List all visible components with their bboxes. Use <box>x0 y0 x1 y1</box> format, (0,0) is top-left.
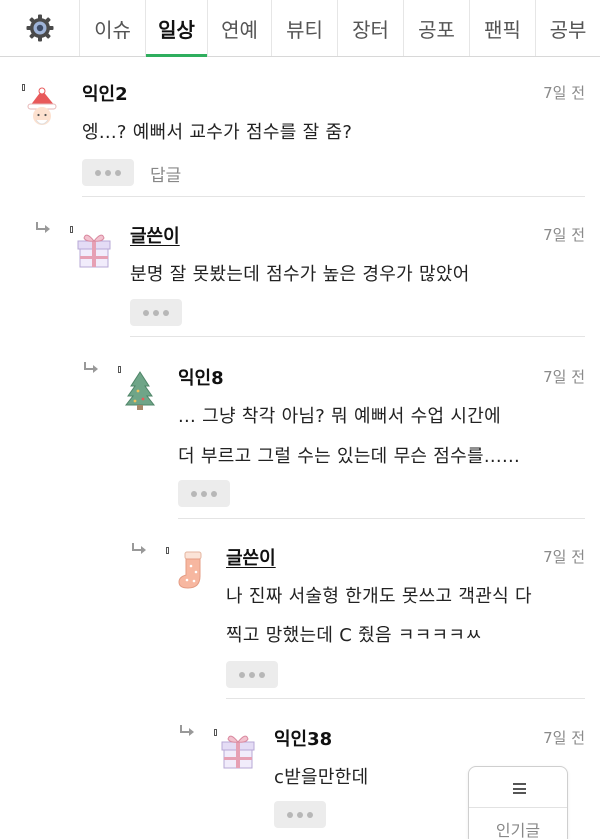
comment-text: 분명 잘 못봤는데 점수가 높은 경우가 많았어 <box>130 264 470 285</box>
comment-author[interactable]: 익인8 <box>178 364 224 390</box>
tab-horror[interactable]: 공포 <box>404 0 470 56</box>
tab-study[interactable]: 공부 <box>536 0 600 56</box>
more-options-button[interactable] <box>130 299 182 326</box>
stocking-avatar-icon <box>178 551 202 589</box>
comment-author[interactable]: 익인38 <box>274 725 332 751</box>
button-divider <box>469 807 567 808</box>
tab-entertainment[interactable]: 연예 <box>208 0 272 56</box>
reply-arrow-icon <box>84 362 98 373</box>
tab-issue[interactable]: 이슈 <box>80 0 146 56</box>
comment-timestamp: 7일 전 <box>543 729 585 747</box>
comment-timestamp: 7일 전 <box>543 548 585 566</box>
settings-button[interactable] <box>0 0 80 56</box>
comment-text-line: 더 부르고 그럴 수는 있는데 무슨 점수를...... <box>178 446 521 467</box>
tab-beauty[interactable]: 뷰티 <box>272 0 338 56</box>
menu-icon <box>513 783 526 794</box>
comment-text: c받을만한데 <box>274 767 369 788</box>
comment-marker <box>214 729 217 736</box>
more-options-button[interactable] <box>274 801 326 828</box>
reply-arrow-icon <box>36 222 50 233</box>
comment-divider <box>226 698 585 699</box>
comment-timestamp: 7일 전 <box>543 226 585 244</box>
tab-market[interactable]: 장터 <box>338 0 404 56</box>
comment-text-line: ... 그냥 착각 아님? 뭐 예뻐서 수업 시간에 <box>178 406 501 427</box>
comment-text: 엥...? 예뻐서 교수가 점수를 잘 줌? <box>82 122 353 143</box>
gift-box-avatar-icon <box>221 735 255 769</box>
popular-posts-button[interactable]: 인기글 <box>468 766 568 839</box>
christmas-tree-avatar-icon <box>124 371 156 410</box>
more-options-button[interactable] <box>82 159 134 186</box>
reply-arrow-icon <box>180 725 194 736</box>
more-options-button[interactable] <box>178 480 230 507</box>
comment-divider <box>178 518 585 519</box>
comment-timestamp: 7일 전 <box>543 368 585 386</box>
comment-text-line: 나 진짜 서술형 한개도 못쓰고 객관식 다 <box>226 586 532 607</box>
gift-box-avatar-icon <box>77 234 111 268</box>
reply-button[interactable]: 답글 <box>150 161 181 186</box>
comment-author[interactable]: 글쓴이 <box>130 222 180 248</box>
reply-arrow-icon <box>132 543 146 554</box>
tab-fanfic[interactable]: 팬픽 <box>470 0 536 56</box>
comment-divider <box>82 196 585 197</box>
comment-author[interactable]: 글쓴이 <box>226 544 276 570</box>
comment-author[interactable]: 익인2 <box>82 80 128 106</box>
santa-avatar-icon <box>27 87 57 125</box>
popular-posts-label: 인기글 <box>495 821 541 839</box>
tab-daily[interactable]: 일상 <box>146 0 208 57</box>
comment-divider <box>130 336 585 337</box>
comment-marker <box>166 547 169 554</box>
comment-timestamp: 7일 전 <box>543 84 585 102</box>
comment-marker <box>70 226 73 233</box>
comment-text-line: 찍고 망했는데 C 줬음 ㅋㅋㅋㅋㅆ <box>226 625 483 646</box>
category-tab-bar: 이슈 일상 연예 뷰티 장터 공포 팬픽 공부 <box>0 0 600 57</box>
more-options-button[interactable] <box>226 661 278 688</box>
gear-icon <box>26 14 53 42</box>
